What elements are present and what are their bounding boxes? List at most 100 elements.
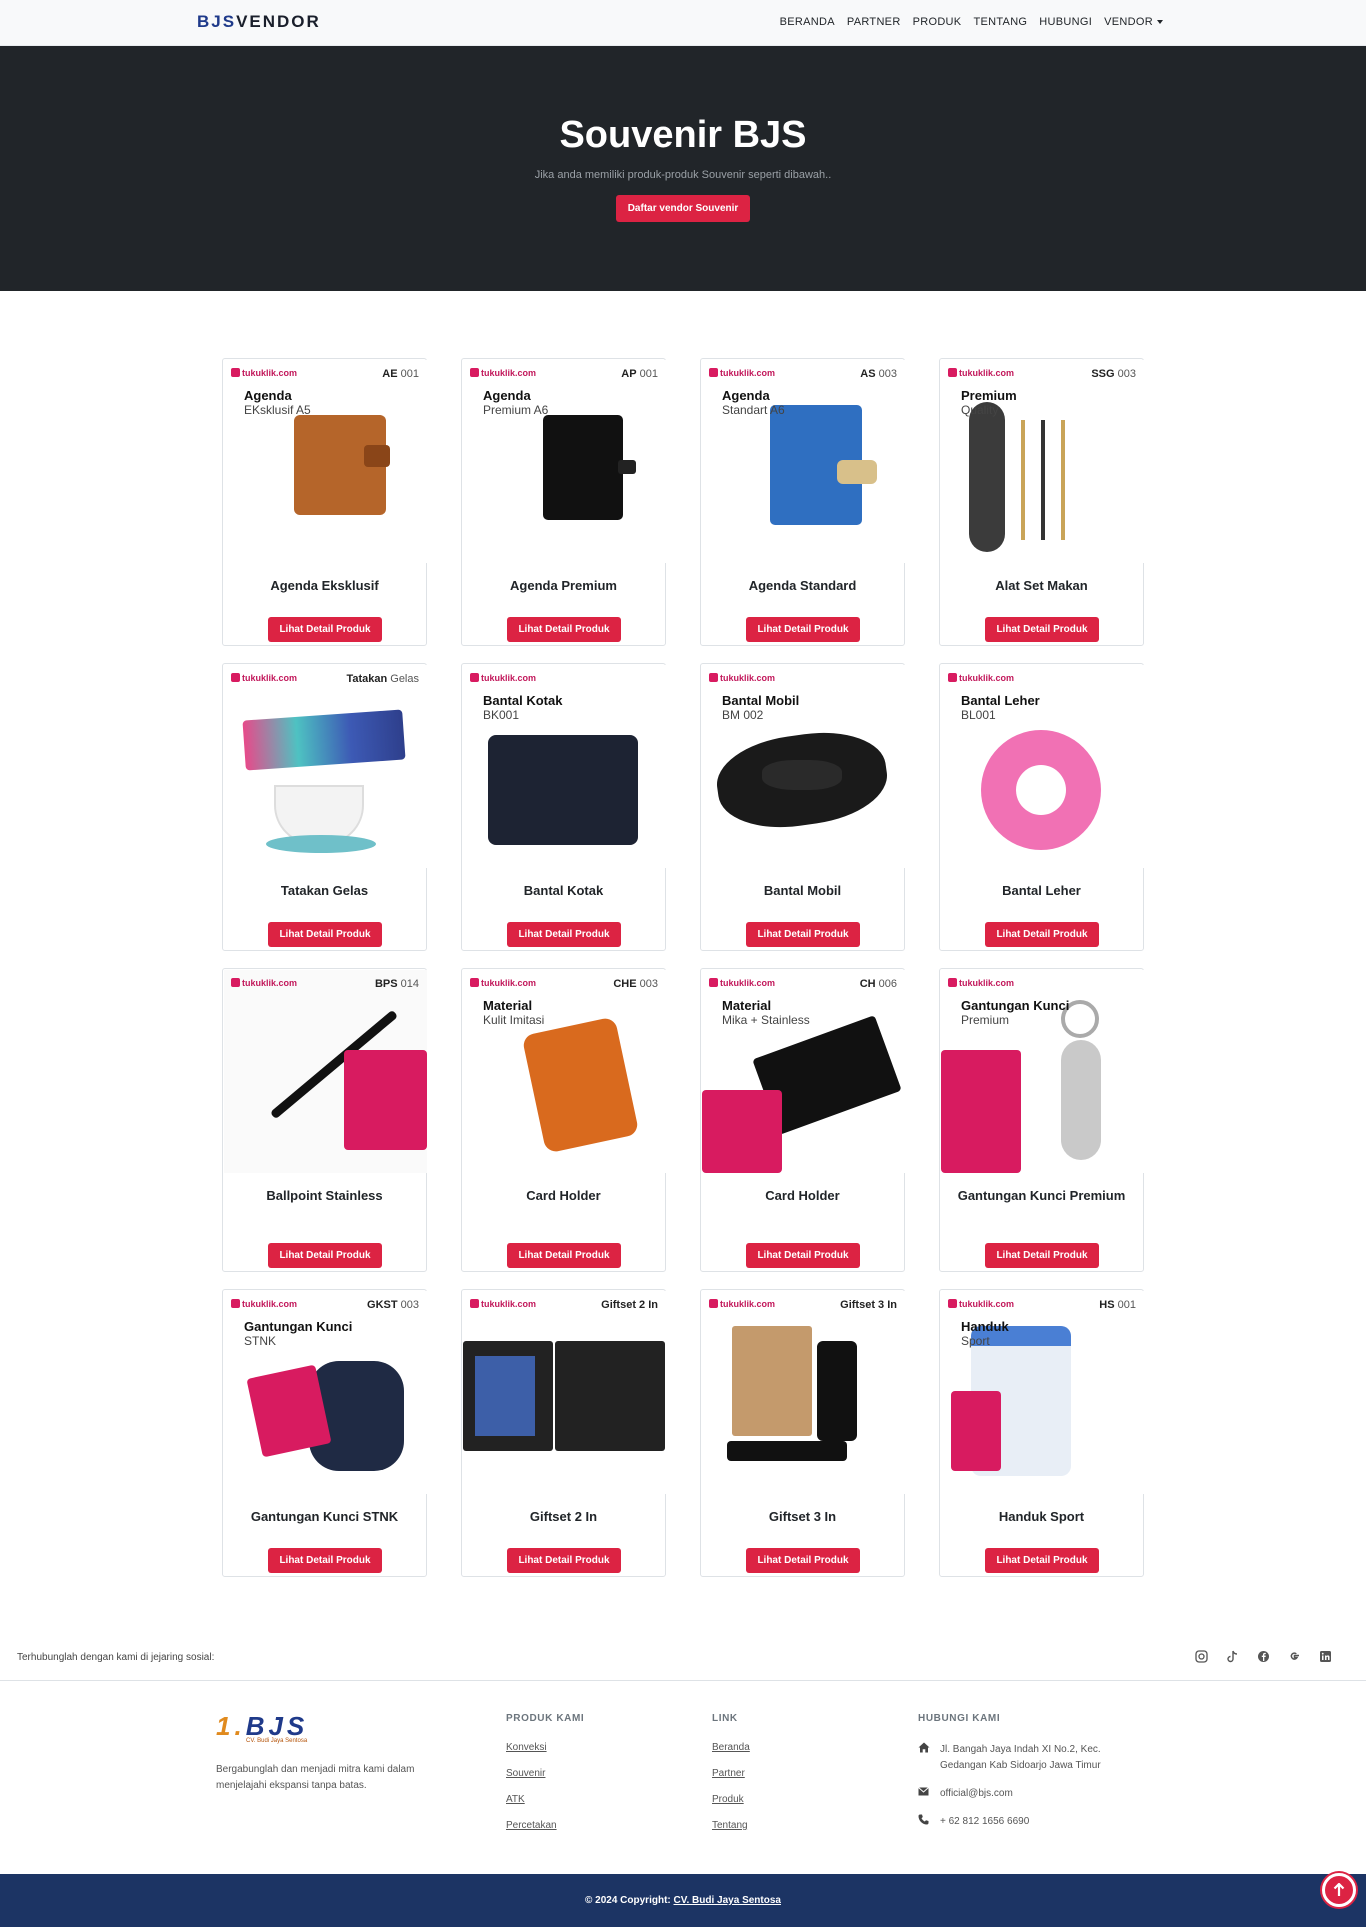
product-tagline-main: Gantungan Kunci: [244, 1319, 353, 1334]
product-code-prefix: CHE: [613, 978, 637, 990]
footer-link-atk[interactable]: ATK: [506, 1794, 584, 1805]
copyright-company-link[interactable]: CV. Budi Jaya Sentosa: [674, 1895, 781, 1906]
hero-title: Souvenir BJS: [559, 114, 807, 156]
view-product-detail-button[interactable]: Lihat Detail Produk: [985, 1548, 1099, 1573]
product-code: Giftset 2 In: [601, 1299, 658, 1311]
product-image[interactable]: tukuklik.com Bantal Kotak BK001: [463, 665, 666, 868]
product-image[interactable]: tukuklik.com Gantungan Kunci Premium: [941, 970, 1144, 1173]
footer-address: Jl. Bangah Jaya Indah XI No.2, Kec. Geda…: [918, 1742, 1148, 1774]
footer-link-percetakan[interactable]: Percetakan: [506, 1820, 584, 1831]
back-to-top-button[interactable]: [1322, 1873, 1356, 1907]
product-image[interactable]: tukuklik.com Bantal Mobil BM 002: [702, 665, 905, 868]
envelope-icon: [918, 1786, 930, 1802]
google-icon[interactable]: [1287, 1650, 1302, 1665]
product-card: tukuklik.com Bantal Leher BL001 Bantal Lehe…: [939, 663, 1144, 951]
phone-icon: [918, 1814, 930, 1831]
footer-link-produk[interactable]: Produk: [712, 1794, 750, 1805]
product-image[interactable]: tukuklik.com Tatakan Gelas: [224, 665, 427, 868]
product-code: Giftset 3 In: [840, 1299, 897, 1311]
product-tagline-sub: BM 002: [722, 708, 764, 722]
view-product-detail-button[interactable]: Lihat Detail Produk: [985, 1243, 1099, 1268]
brand-part-a: BJS: [197, 12, 237, 31]
view-product-detail-button[interactable]: Lihat Detail Produk: [746, 617, 860, 642]
footer: 1.BJS CV. Budi Jaya Sentosa Bergabunglah…: [0, 1682, 1366, 1874]
home-icon: [918, 1742, 930, 1774]
product-tagline-sub: Quality: [961, 403, 999, 417]
view-product-detail-button[interactable]: Lihat Detail Produk: [985, 922, 1099, 947]
product-code-prefix: Giftset 3 In: [840, 1299, 897, 1311]
hero-section: Souvenir BJS Jika anda memiliki produk-p…: [0, 46, 1366, 291]
register-vendor-button[interactable]: Daftar vendor Souvenir: [616, 195, 750, 222]
product-image[interactable]: tukuklik.com GKST 003 Gantungan Kunci STNK: [224, 1291, 427, 1494]
product-image[interactable]: tukuklik.com CH 006 Material Mika + Stainle…: [702, 970, 905, 1173]
product-tagline-main: Material: [722, 998, 772, 1013]
product-image[interactable]: tukuklik.com Bantal Leher BL001: [941, 665, 1144, 868]
footer-link-title: LINK: [712, 1713, 738, 1724]
product-image[interactable]: tukuklik.com SSG 003 Premium Quality: [941, 360, 1144, 563]
product-image[interactable]: tukuklik.com CHE 003 Material Kulit Imitasi: [463, 970, 666, 1173]
nav-beranda[interactable]: BERANDA: [780, 16, 835, 28]
nav-vendor-dropdown[interactable]: VENDOR: [1104, 16, 1163, 28]
nav-produk[interactable]: PRODUK: [913, 16, 962, 28]
product-code-number: 003: [1114, 368, 1136, 380]
product-code-prefix: Giftset 2 In: [601, 1299, 658, 1311]
view-product-detail-button[interactable]: Lihat Detail Produk: [746, 922, 860, 947]
product-image[interactable]: tukuklik.com Giftset 2 In: [463, 1291, 666, 1494]
view-product-detail-button[interactable]: Lihat Detail Produk: [746, 1243, 860, 1268]
nav-partner[interactable]: PARTNER: [847, 16, 901, 28]
product-card: tukuklik.com Bantal Mobil BM 002 Bantal Mob…: [700, 663, 905, 951]
footer-address-text: Jl. Bangah Jaya Indah XI No.2, Kec. Geda…: [940, 1744, 1101, 1771]
view-product-detail-button[interactable]: Lihat Detail Produk: [507, 1243, 621, 1268]
product-code-number: 001: [1114, 1299, 1136, 1311]
product-tagline-main: Gantungan Kunci: [961, 998, 1070, 1013]
product-tagline: Premium Quality: [961, 388, 1017, 418]
product-image[interactable]: tukuklik.com Giftset 3 In: [702, 1291, 905, 1494]
product-card: tukuklik.com SSG 003 Premium Quality Alat Se…: [939, 358, 1144, 646]
product-image[interactable]: tukuklik.com BPS 014: [224, 970, 427, 1173]
instagram-icon[interactable]: [1194, 1650, 1209, 1665]
view-product-detail-button[interactable]: Lihat Detail Produk: [507, 922, 621, 947]
nav-hubungi[interactable]: HUBUNGI: [1039, 16, 1092, 28]
linkedin-icon[interactable]: [1318, 1650, 1333, 1665]
facebook-icon[interactable]: [1256, 1650, 1271, 1665]
footer-link-partner[interactable]: Partner: [712, 1768, 750, 1779]
product-image[interactable]: tukuklik.com HS 001 Handuk Sport: [941, 1291, 1144, 1494]
view-product-detail-button[interactable]: Lihat Detail Produk: [507, 1548, 621, 1573]
view-product-detail-button[interactable]: Lihat Detail Produk: [268, 617, 382, 642]
footer-email-text[interactable]: official@bjs.com: [940, 1786, 1013, 1802]
footer-link-beranda[interactable]: Beranda: [712, 1742, 750, 1753]
product-image[interactable]: tukuklik.com AS 003 Agenda Standart A6: [702, 360, 905, 563]
product-code-prefix: HS: [1099, 1299, 1115, 1311]
product-code: CHE 003: [613, 978, 658, 990]
view-product-detail-button[interactable]: Lihat Detail Produk: [746, 1548, 860, 1573]
product-name: Card Holder: [765, 1188, 840, 1203]
product-tagline-sub: STNK: [244, 1334, 277, 1348]
product-tagline-main: Bantal Mobil: [722, 693, 800, 708]
product-code: AS 003: [860, 368, 897, 380]
footer-link-tentang[interactable]: Tentang: [712, 1820, 750, 1831]
product-image[interactable]: tukuklik.com AP 001 Agenda Premium A6: [463, 360, 666, 563]
view-product-detail-button[interactable]: Lihat Detail Produk: [268, 1243, 382, 1268]
footer-link-souvenir[interactable]: Souvenir: [506, 1768, 584, 1779]
product-name: Ballpoint Stainless: [266, 1188, 383, 1203]
product-code-prefix: AE: [382, 368, 398, 380]
product-tagline: Gantungan Kunci STNK: [244, 1319, 352, 1349]
tukuklik-logo: tukuklik.com: [709, 978, 775, 988]
footer-description: Bergabunglah dan menjadi mitra kami dala…: [216, 1764, 415, 1791]
brand-logo[interactable]: BJSVENDOR: [197, 12, 321, 32]
product-image[interactable]: tukuklik.com AE 001 Agenda EKsklusif A5: [224, 360, 427, 563]
product-card: tukuklik.com GKST 003 Gantungan Kunci STNK G…: [222, 1289, 427, 1577]
tukuklik-logo: tukuklik.com: [948, 1299, 1014, 1309]
view-product-detail-button[interactable]: Lihat Detail Produk: [268, 922, 382, 947]
footer-link-konveksi[interactable]: Konveksi: [506, 1742, 584, 1753]
product-card: tukuklik.com Bantal Kotak BK001 Bantal Kota…: [461, 663, 666, 951]
footer-phone-text[interactable]: + 62 812 1656 6690: [940, 1814, 1029, 1831]
nav-tentang[interactable]: TENTANG: [973, 16, 1027, 28]
social-icons: [1194, 1650, 1333, 1665]
view-product-detail-button[interactable]: Lihat Detail Produk: [268, 1548, 382, 1573]
view-product-detail-button[interactable]: Lihat Detail Produk: [985, 617, 1099, 642]
copyright-bar: © 2024 Copyright: CV. Budi Jaya Sentosa: [0, 1874, 1366, 1927]
tiktok-icon[interactable]: [1225, 1650, 1240, 1665]
main-nav: BERANDA PARTNER PRODUK TENTANG HUBUNGI V…: [780, 16, 1163, 28]
view-product-detail-button[interactable]: Lihat Detail Produk: [507, 617, 621, 642]
